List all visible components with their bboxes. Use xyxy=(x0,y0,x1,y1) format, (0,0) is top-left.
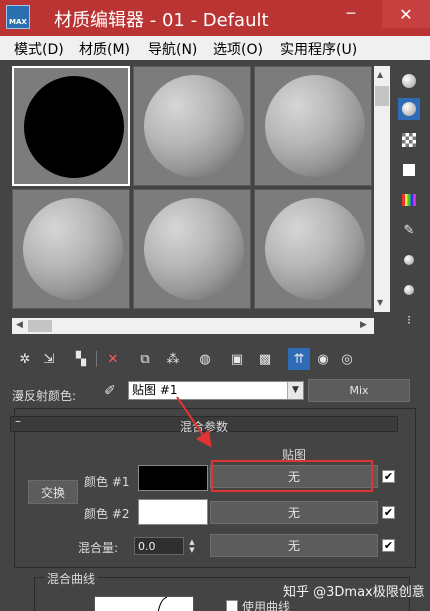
make-unique-icon[interactable]: ⧉ xyxy=(134,348,156,370)
show-end-result-icon[interactable]: ▩ xyxy=(254,348,276,370)
menu-material[interactable]: 材质(M) xyxy=(79,39,130,59)
put-to-library-icon[interactable]: ⁂ xyxy=(162,348,184,370)
sphere-ball-icon xyxy=(402,102,416,116)
watermark-text: 知乎 @3Dmax极限创意 xyxy=(283,585,425,600)
material-toolbar: ✲ ⇲ ▚ ✕ ⧉ ⁂ ◍ ▣ ▩ ⇈ ◉ ◎ xyxy=(0,345,430,373)
use-curve-checkbox[interactable] xyxy=(226,600,238,611)
curve-line-icon xyxy=(157,597,168,611)
menu-mode[interactable]: 模式(D) xyxy=(14,39,64,59)
color1-map-enable-checkbox[interactable]: ✔ xyxy=(382,470,395,483)
color2-map-button[interactable]: 无 xyxy=(210,501,378,524)
mix-curve-graph xyxy=(94,596,194,611)
menu-navigation[interactable]: 导航(N) xyxy=(148,39,197,59)
scroll-thumb[interactable] xyxy=(375,86,389,106)
sphere-ball-icon xyxy=(404,285,414,295)
pen-icon: ✎ xyxy=(403,222,415,238)
scroll-left-arrow-icon[interactable]: ◀ xyxy=(16,320,23,330)
sphere-ball-icon xyxy=(404,255,414,265)
options-icon[interactable] xyxy=(398,249,420,271)
gray-sphere-preview xyxy=(144,198,244,300)
make-preview-icon[interactable]: ✎ xyxy=(398,219,420,241)
sample-slot-4[interactable] xyxy=(12,189,130,309)
minimize-button[interactable]: ─ xyxy=(334,0,368,28)
diffuse-color-label: 漫反射颜色: xyxy=(12,389,77,403)
annotation-highlight-box xyxy=(211,460,373,492)
reset-map-icon[interactable]: ✕ xyxy=(102,348,124,370)
close-button[interactable]: ✕ xyxy=(382,0,430,28)
mix-curve-title: 混合曲线 xyxy=(44,570,99,587)
sample-horizontal-scrollbar[interactable]: ◀ ▶ xyxy=(12,318,374,334)
title-bar: MAX 材质编辑器 - 01 - Default ─ ✕ xyxy=(0,0,430,36)
color1-swatch[interactable] xyxy=(138,465,208,491)
black-sphere-preview xyxy=(24,76,124,178)
go-to-parent-icon[interactable]: ⇈ xyxy=(288,348,310,370)
material-id-icon[interactable]: ◍ xyxy=(194,348,216,370)
mix-amount-map-button[interactable]: 无 xyxy=(210,534,378,557)
gray-sphere-preview xyxy=(265,198,365,300)
color2-map-enable-checkbox[interactable]: ✔ xyxy=(382,506,395,519)
map-name-value: 贴图 #1 xyxy=(132,383,178,397)
gray-sphere-preview xyxy=(144,75,244,177)
mix-map-enable-checkbox[interactable]: ✔ xyxy=(382,539,395,552)
color2-swatch[interactable] xyxy=(138,499,208,525)
swap-button[interactable]: 交换 xyxy=(28,480,78,504)
toolbar-divider xyxy=(96,351,97,367)
sample-slot-1[interactable] xyxy=(12,66,130,186)
menu-utilities[interactable]: 实用程序(U) xyxy=(280,39,357,59)
sample-slots-grid xyxy=(12,66,374,312)
menu-options[interactable]: 选项(O) xyxy=(213,39,263,59)
backlight-icon[interactable] xyxy=(398,98,420,120)
go-forward-to-sibling-icon[interactable]: ◉ xyxy=(312,348,334,370)
white-square-icon xyxy=(403,164,415,176)
get-material-icon[interactable]: ✲ xyxy=(14,348,36,370)
background-checker-icon[interactable] xyxy=(398,129,420,151)
scroll-thumb[interactable] xyxy=(28,320,52,332)
scroll-down-arrow-icon[interactable]: ▼ xyxy=(377,298,383,307)
3dsmax-app-icon: MAX xyxy=(6,5,30,29)
sample-vertical-scrollbar[interactable]: ▲ ▼ xyxy=(374,66,390,312)
material-map-navigator-icon[interactable]: ⁝ xyxy=(398,309,420,331)
select-by-material-icon[interactable] xyxy=(398,279,420,301)
map-type-button[interactable]: Mix xyxy=(308,379,410,402)
sample-uv-tiling-icon[interactable] xyxy=(398,159,420,181)
map-name-dropdown[interactable]: 贴图 #1 ▼ xyxy=(128,381,304,400)
app-icon-label: MAX xyxy=(9,18,27,26)
sample-slot-3[interactable] xyxy=(254,66,372,186)
gray-sphere-preview xyxy=(265,75,365,177)
scroll-right-arrow-icon[interactable]: ▶ xyxy=(360,320,367,330)
mix-amount-label: 混合量: xyxy=(78,541,119,555)
sample-slot-2[interactable] xyxy=(133,66,251,186)
show-map-in-viewport-icon[interactable]: ▣ xyxy=(226,348,248,370)
sample-type-icon[interactable] xyxy=(398,70,420,92)
chevron-down-icon[interactable]: ▼ xyxy=(287,382,303,399)
menu-bar: 模式(D) 材质(M) 导航(N) 选项(O) 实用程序(U) xyxy=(0,36,430,60)
mix-amount-input[interactable]: 0.0 xyxy=(134,537,184,555)
color2-label: 颜色 #2 xyxy=(84,507,130,521)
sample-slot-6[interactable] xyxy=(254,189,372,309)
dots-icon: ⁝ xyxy=(407,313,411,327)
color-bars-icon xyxy=(402,194,416,206)
spinner-arrows-icon[interactable]: ▲ ▼ xyxy=(186,537,198,555)
assign-to-selection-icon[interactable]: ▚ xyxy=(70,348,92,370)
scroll-up-arrow-icon[interactable]: ▲ xyxy=(377,70,383,79)
material-navigator-icon[interactable]: ◎ xyxy=(336,348,358,370)
put-to-scene-icon[interactable]: ⇲ xyxy=(38,348,60,370)
eyedropper-icon[interactable]: ✐ xyxy=(104,383,116,399)
gray-sphere-preview xyxy=(23,198,123,300)
color1-label: 颜色 #1 xyxy=(84,475,130,489)
sphere-ball-icon xyxy=(402,74,416,88)
window-title: 材质编辑器 - 01 - Default xyxy=(54,10,269,31)
checker-pattern-icon xyxy=(402,133,416,147)
rollout-header[interactable]: – 混合参数 xyxy=(10,414,398,434)
rollout-title: 混合参数 xyxy=(179,420,228,434)
sample-slot-5[interactable] xyxy=(133,189,251,309)
video-color-check-icon[interactable] xyxy=(398,189,420,211)
